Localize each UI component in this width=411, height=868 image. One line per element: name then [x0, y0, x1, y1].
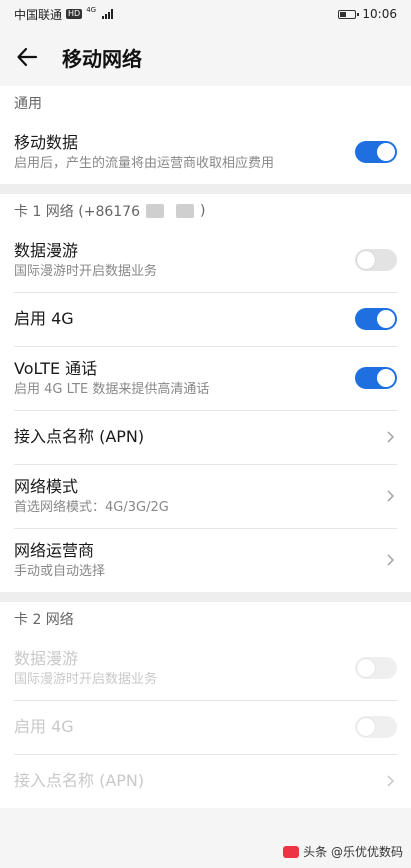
divider [0, 184, 411, 194]
divider [0, 592, 411, 602]
app-bar: 移动网络 [0, 28, 411, 86]
roaming-subtitle: 国际漫游时开启数据业务 [14, 263, 158, 279]
sim1-carrier-row[interactable]: 网络运营商 手动或自动选择 [0, 528, 411, 592]
apn-title: 接入点名称 (APN) [14, 427, 145, 446]
sim2-4g-title: 启用 4G [14, 717, 74, 736]
carrier-title: 网络运营商 [14, 540, 95, 560]
mobile-data-title: 移动数据 [14, 132, 79, 152]
sim2-4g-row: 启用 4G [0, 700, 411, 754]
network-type: 4G [86, 6, 97, 14]
watermark-text: 头条 @乐优优数码 [303, 845, 403, 859]
sim1-volte-row[interactable]: VoLTE 通话 启用 4G LTE 数据来提供高清通话 [0, 346, 411, 410]
watermark: 头条 @乐优优数码 [283, 843, 403, 860]
sim2-section: 卡 2 网络 数据漫游 国际漫游时开启数据业务 启用 4G 接入点名称 (APN… [0, 602, 411, 808]
sim2-4g-toggle [355, 716, 397, 738]
carrier-name: 中国联通 [14, 7, 63, 22]
chevron-right-icon [387, 490, 395, 502]
chevron-right-icon [387, 431, 395, 443]
mobile-data-subtitle: 启用后，产生的流量将由运营商收取相应费用 [14, 155, 275, 171]
redacted-number [146, 204, 164, 218]
roaming-toggle[interactable] [355, 249, 397, 271]
general-section: 通用 移动数据 启用后，产生的流量将由运营商收取相应费用 [0, 86, 411, 184]
network-mode-subtitle: 首选网络模式：4G/3G/2G [14, 499, 169, 515]
hd-badge: HD [66, 9, 83, 19]
sim2-apn-row: 接入点名称 (APN) [0, 754, 411, 808]
volte-title: VoLTE 通话 [14, 358, 98, 378]
section-header-sim1: 卡 1 网络 (+86176 ) [0, 194, 411, 228]
chevron-right-icon [387, 554, 395, 566]
battery-icon [338, 9, 360, 19]
section-header-sim2: 卡 2 网络 [14, 612, 74, 628]
redacted-number [176, 204, 194, 218]
section-header-general: 通用 [14, 96, 42, 112]
enable-4g-title: 启用 4G [14, 309, 74, 328]
enable-4g-toggle[interactable] [355, 308, 397, 330]
volte-subtitle: 启用 4G LTE 数据来提供高清通话 [14, 381, 210, 397]
page-title: 移动网络 [62, 46, 142, 71]
sim2-roaming-subtitle: 国际漫游时开启数据业务 [14, 671, 158, 687]
status-bar: 中国联通 HD 4G 10:06 [0, 0, 411, 28]
network-mode-title: 网络模式 [14, 476, 79, 496]
sim1-header-prefix: 卡 1 网络 (+86176 [14, 204, 140, 220]
status-right: 10:06 [338, 7, 397, 21]
arrow-left-icon[interactable] [14, 44, 40, 70]
watermark-logo-icon [283, 845, 300, 858]
sim1-section: 卡 1 网络 (+86176 ) 数据漫游 国际漫游时开启数据业务 启用 4G … [0, 194, 411, 592]
sim1-network-mode-row[interactable]: 网络模式 首选网络模式：4G/3G/2G [0, 464, 411, 528]
signal-icon [102, 9, 114, 19]
sim1-roaming-row[interactable]: 数据漫游 国际漫游时开启数据业务 [0, 228, 411, 292]
volte-toggle[interactable] [355, 367, 397, 389]
mobile-data-toggle[interactable] [355, 141, 397, 163]
roaming-title: 数据漫游 [14, 240, 79, 260]
sim1-header-suffix: ) [200, 203, 206, 219]
sim1-apn-row[interactable]: 接入点名称 (APN) [0, 410, 411, 464]
chevron-right-icon [387, 775, 395, 787]
sim2-roaming-row: 数据漫游 国际漫游时开启数据业务 [0, 636, 411, 700]
status-time: 10:06 [362, 7, 397, 21]
sim2-apn-title: 接入点名称 (APN) [14, 771, 145, 790]
status-left: 中国联通 HD 4G [14, 6, 114, 23]
sim2-roaming-toggle [355, 657, 397, 679]
sim1-4g-row[interactable]: 启用 4G [0, 292, 411, 346]
carrier-subtitle: 手动或自动选择 [14, 563, 106, 579]
mobile-data-row[interactable]: 移动数据 启用后，产生的流量将由运营商收取相应费用 [0, 120, 411, 184]
sim2-roaming-title: 数据漫游 [14, 648, 79, 668]
